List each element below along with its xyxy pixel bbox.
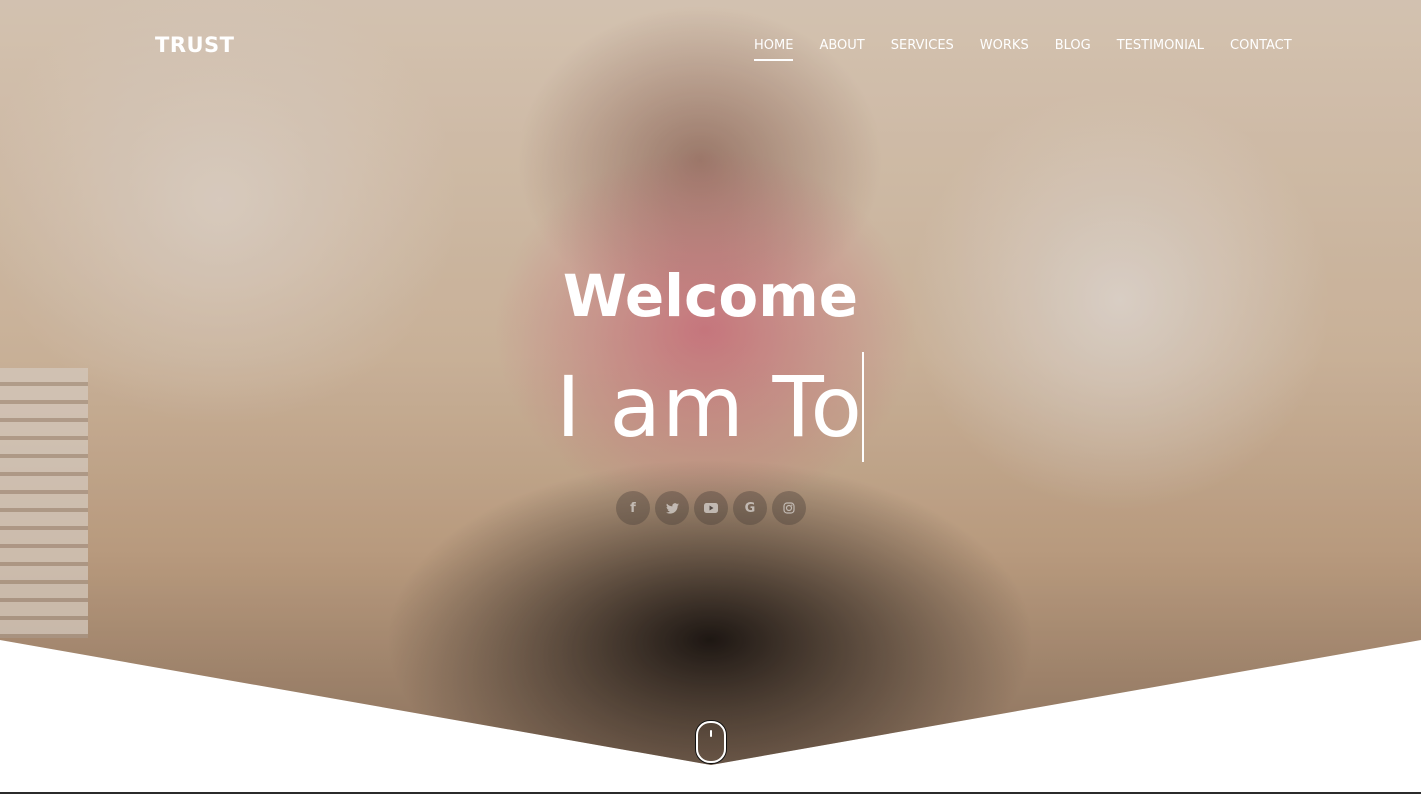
nav-item-about[interactable]: ABOUT [819,38,864,61]
hero-welcome-heading: Welcome [562,262,859,330]
nav-item-home[interactable]: HOME [754,38,794,61]
youtube-icon[interactable] [694,491,728,525]
google-icon[interactable]: G [733,491,767,525]
site-logo[interactable]: TRUST [155,33,235,57]
twitter-bird-glyph [665,502,679,514]
typing-cursor [862,352,864,462]
mouse-wheel-indicator [710,730,712,737]
facebook-icon[interactable]: f [616,491,650,525]
main-nav: HOME ABOUT SERVICES WORKS BLOG TESTIMONI… [754,38,1292,61]
page: TRUST HOME ABOUT SERVICES WORKS BLOG TES… [0,0,1421,794]
nav-item-testimonial[interactable]: TESTIMONIAL [1117,38,1204,61]
mouse-scroll-icon[interactable] [696,721,726,763]
nav-item-blog[interactable]: BLOG [1055,38,1091,61]
twitter-icon[interactable] [655,491,689,525]
hero-typed-text: I am To [556,358,863,456]
youtube-play-glyph [704,503,718,513]
social-links: f G [616,491,806,525]
hero-typed-container: I am To [556,352,865,462]
nav-item-works[interactable]: WORKS [980,38,1029,61]
nav-item-contact[interactable]: CONTACT [1230,38,1292,61]
nav-item-services[interactable]: SERVICES [891,38,954,61]
instagram-camera-glyph [783,502,795,514]
instagram-icon[interactable] [772,491,806,525]
